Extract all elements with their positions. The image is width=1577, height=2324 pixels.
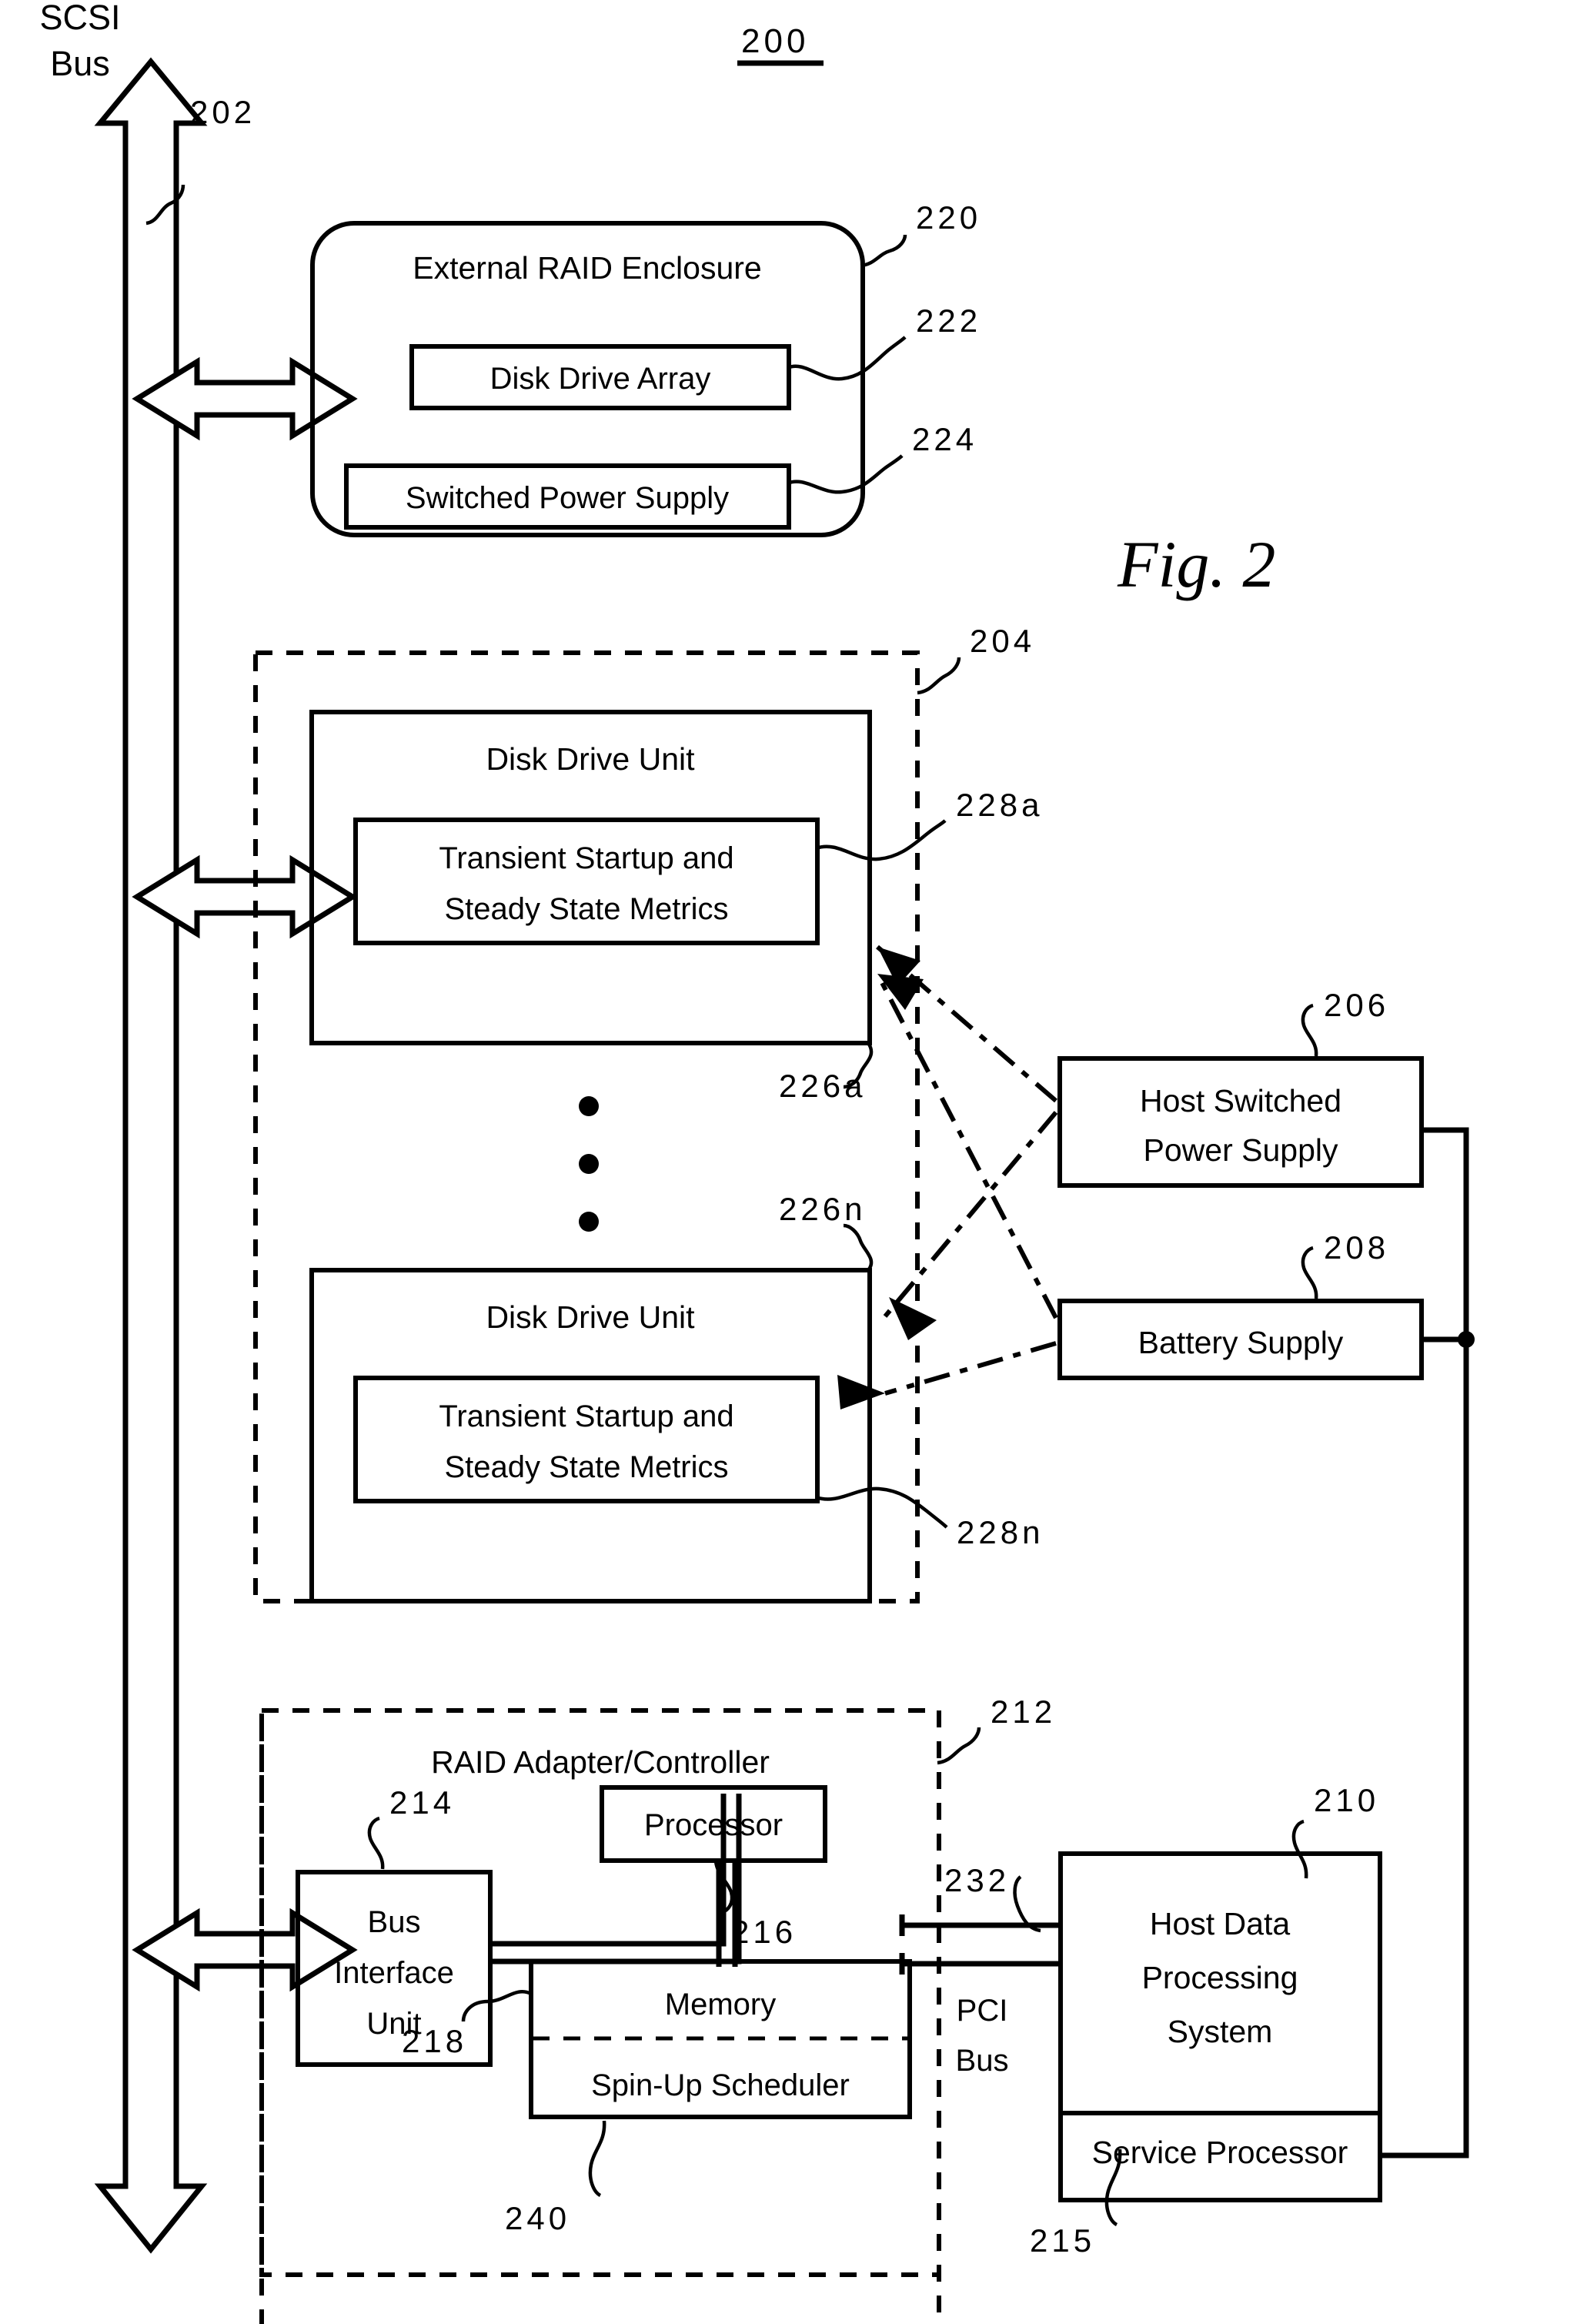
ref-228n: 228n: [957, 1514, 1044, 1550]
bus-interface-unit-line1: Bus: [368, 1905, 421, 1939]
ref-208: 208: [1324, 1229, 1389, 1266]
disk-drive-unit-a-title: Disk Drive Unit: [486, 741, 695, 777]
ref-212: 212: [991, 1694, 1056, 1730]
pci-bus-line2: Bus: [956, 2044, 1009, 2078]
ref-210: 210: [1314, 1782, 1379, 1818]
processor-label: Processor: [644, 1808, 783, 1842]
ref-204: 204: [970, 623, 1035, 659]
pci-bus-connector: [899, 1914, 1061, 1975]
ref-232: 232: [944, 1862, 1010, 1898]
host-switched-power-supply-line1: Host Switched: [1140, 1083, 1341, 1119]
junction-dot: [1458, 1331, 1475, 1348]
memory-label: Memory: [665, 1988, 776, 2021]
battery-supply-label: Battery Supply: [1138, 1325, 1344, 1360]
metrics-a-line1: Transient Startup and: [439, 841, 733, 875]
figure-number: 200: [741, 22, 809, 60]
ref-202: 202: [190, 94, 256, 130]
disk-drive-array-label: Disk Drive Array: [490, 362, 711, 396]
bus-interface-unit-line2: Interface: [334, 1956, 454, 1990]
switched-power-supply-label: Switched Power Supply: [406, 481, 729, 515]
scsi-bus-label-line1: SCSI: [39, 0, 120, 37]
ref-222: 222: [916, 303, 981, 339]
ref-206: 206: [1324, 987, 1389, 1023]
scsi-bus-label-line2: Bus: [50, 44, 110, 83]
metrics-n-line1: Transient Startup and: [439, 1399, 733, 1433]
disk-drive-unit-n-title: Disk Drive Unit: [486, 1299, 695, 1335]
ref-215: 215: [1030, 2222, 1095, 2259]
figure-canvas: SCSI Bus 202 200 Fig. 2 External RAID En…: [39, 0, 1475, 2324]
ref-228a: 228a: [956, 787, 1043, 823]
metrics-n-line2: Steady State Metrics: [444, 1450, 728, 1484]
metrics-a-line2: Steady State Metrics: [444, 892, 728, 926]
external-raid-enclosure-title: External RAID Enclosure: [413, 250, 761, 286]
spin-up-scheduler-label: Spin-Up Scheduler: [591, 2068, 850, 2102]
ref-224: 224: [912, 421, 977, 457]
ref-240: 240: [505, 2200, 570, 2236]
controller-blocks[interactable]: [296, 1785, 912, 2119]
host-system-line1: Host Data: [1150, 1906, 1290, 1941]
raid-adapter-controller-title: RAID Adapter/Controller: [431, 1744, 770, 1780]
service-processor-power-wire: [1380, 1127, 1475, 2158]
vertical-ellipsis: [579, 1096, 599, 1232]
host-system-line3: System: [1168, 2014, 1273, 2049]
figure-caption: Fig. 2: [1117, 527, 1275, 601]
ref-220: 220: [916, 199, 981, 236]
host-switched-power-supply-line2: Power Supply: [1144, 1132, 1338, 1168]
ref-214: 214: [389, 1784, 455, 1821]
host-system-line2: Processing: [1142, 1960, 1298, 1995]
ref-216: 216: [731, 1914, 797, 1950]
ref-218: 218: [402, 2023, 467, 2059]
pci-bus-line1: PCI: [957, 1994, 1008, 2028]
service-processor-label: Service Processor: [1092, 2135, 1348, 2170]
ref-226n: 226n: [779, 1191, 866, 1227]
patent-figure-page: SCSI Bus 202 200 Fig. 2 External RAID En…: [0, 0, 1577, 2324]
ref-226a: 226a: [779, 1068, 866, 1104]
